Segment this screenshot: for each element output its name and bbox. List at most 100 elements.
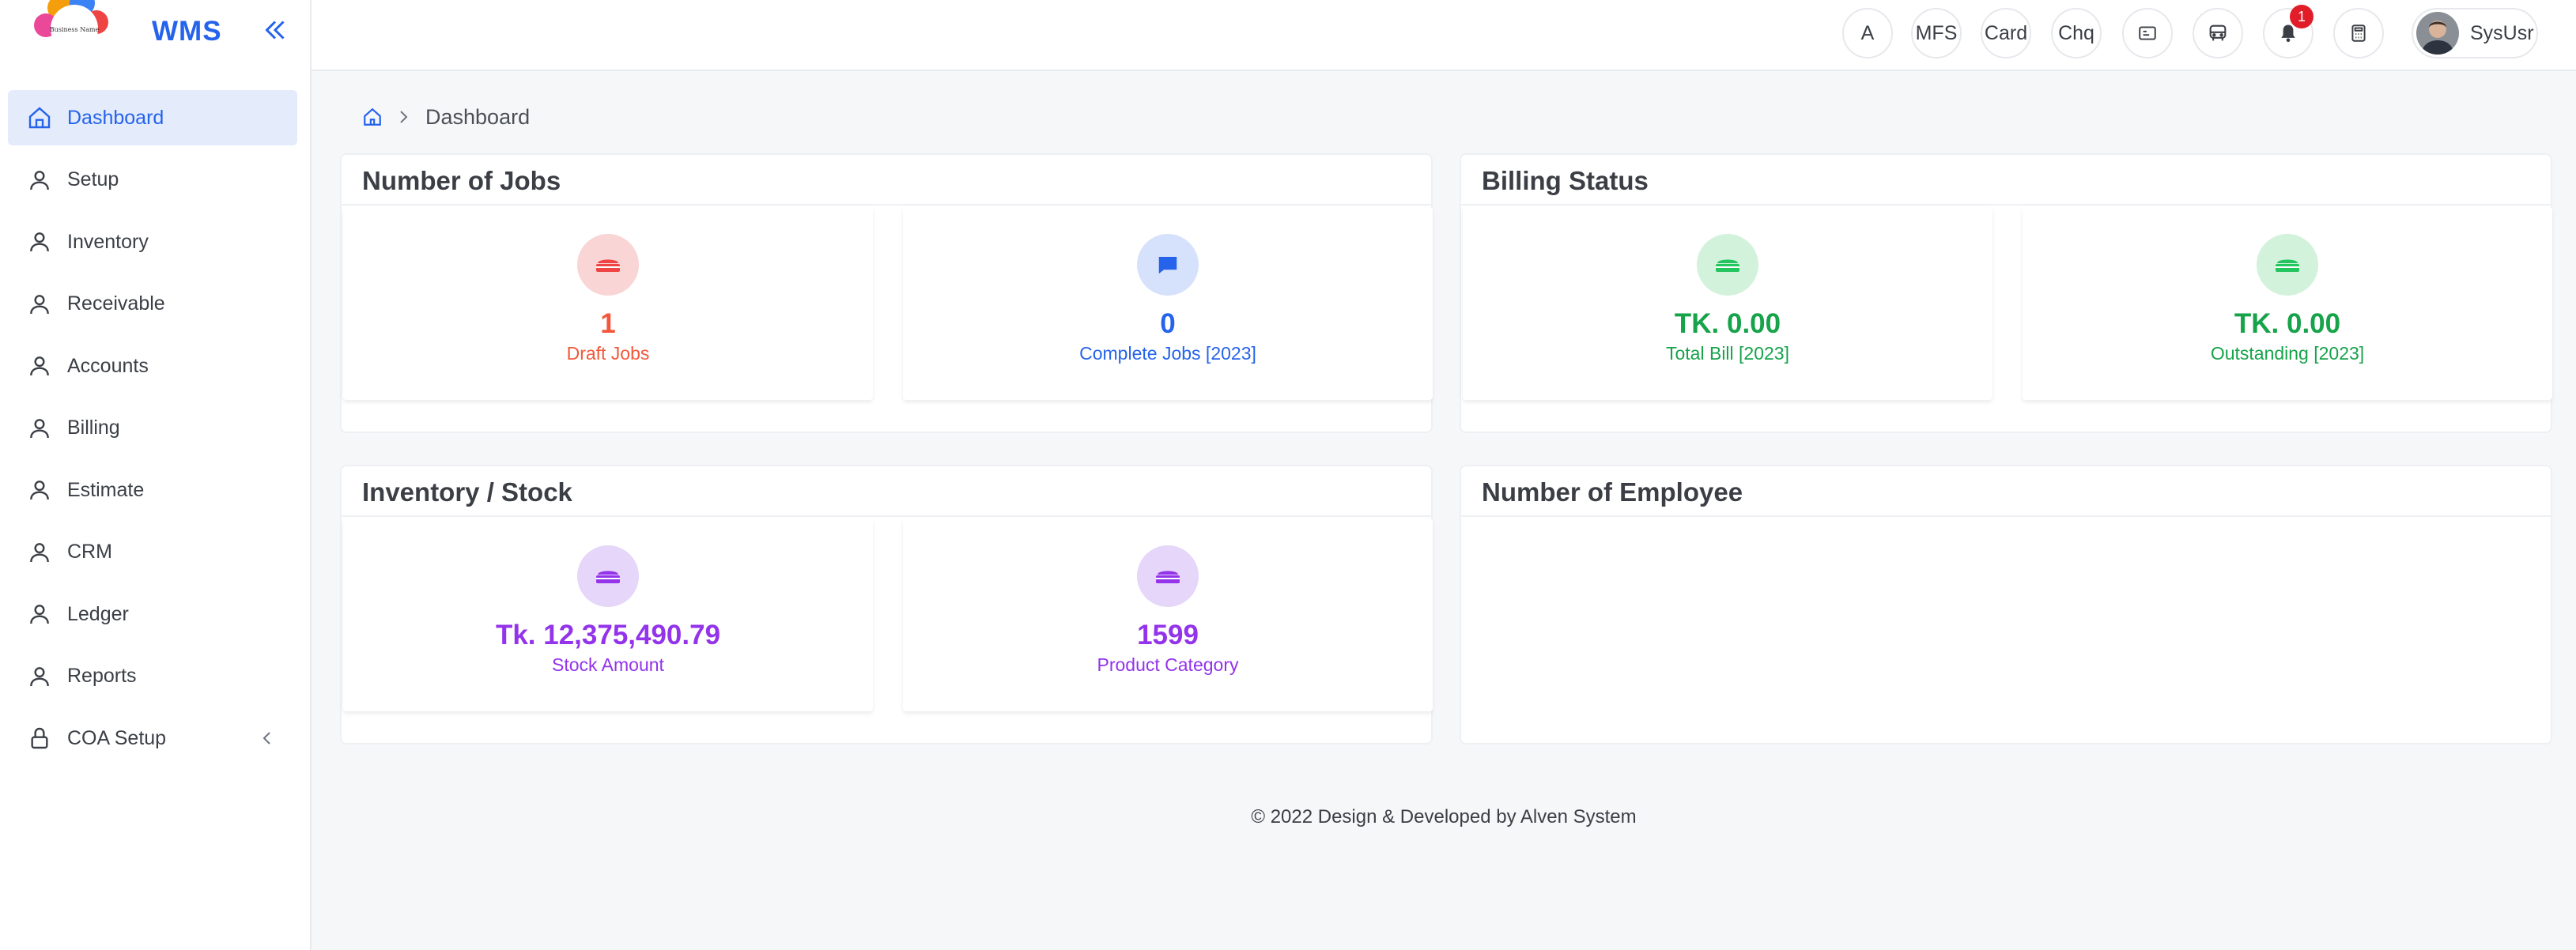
- stat-value: 1: [600, 308, 616, 339]
- topbar: A MFS Card Chq 1 SysUsr: [312, 0, 2576, 71]
- jobs-panel: Number of Jobs 1 Draft Jobs 0 Complete J…: [340, 153, 1433, 433]
- chq-button[interactable]: Chq: [2051, 8, 2102, 58]
- chq-button-label: Chq: [2058, 21, 2094, 44]
- sidebar-item-dashboard[interactable]: Dashboard: [8, 90, 297, 145]
- sidebar-item-label: Billing: [67, 417, 120, 439]
- stat-value: 0: [1160, 308, 1176, 339]
- id-card-icon: [2139, 26, 2156, 40]
- stat-icon-circle: [1137, 545, 1199, 607]
- briefcase-icon: [596, 571, 620, 583]
- footer: © 2022 Design & Developed by Alven Syste…: [1251, 806, 1637, 827]
- user-icon: [30, 170, 49, 190]
- collapse-sidebar-icon[interactable]: [261, 16, 289, 44]
- stat-value: TK. 0.00: [2234, 308, 2341, 339]
- sidebar-item-crm[interactable]: CRM: [8, 525, 297, 580]
- stock-amount-card[interactable]: Tk. 12,375,490.79 Stock Amount: [343, 518, 873, 711]
- user-menu[interactable]: SysUsr: [2412, 8, 2538, 58]
- breadcrumb-current: Dashboard: [425, 104, 531, 129]
- bus-icon: [2209, 25, 2227, 41]
- product-category-card[interactable]: 1599 Product Category: [903, 518, 1433, 711]
- breadcrumb: Dashboard: [362, 101, 530, 133]
- home-icon[interactable]: [362, 107, 383, 127]
- stat-label: Stock Amount: [552, 654, 664, 675]
- company-logo: Business Name: [34, 0, 108, 52]
- calculator-icon: [2351, 25, 2366, 42]
- inventory-panel: Inventory / Stock Tk. 12,375,490.79 Stoc…: [340, 465, 1433, 745]
- calculator-button[interactable]: [2333, 8, 2384, 58]
- a-button-label: A: [1860, 21, 1875, 44]
- chevron-right-icon: [400, 111, 408, 123]
- sidebar-menu: Dashboard Setup Inventory Receivable Acc…: [0, 90, 310, 766]
- stat-label: Total Bill [2023]: [1666, 343, 1789, 364]
- sidebar-item-label: Dashboard: [67, 106, 164, 129]
- chevron-left-icon: [263, 732, 270, 745]
- sidebar-item-label: Receivable: [67, 292, 165, 315]
- id-card-button[interactable]: [2122, 8, 2173, 58]
- stat-icon-circle: [2257, 234, 2318, 296]
- stat-icon-circle: [577, 545, 639, 607]
- card-button[interactable]: Card: [1981, 8, 2031, 58]
- user-icon: [30, 605, 49, 624]
- complete-jobs-card[interactable]: 0 Complete Jobs [2023]: [903, 207, 1433, 400]
- briefcase-icon: [2276, 259, 2299, 272]
- sidebar-item-reports[interactable]: Reports: [8, 649, 297, 704]
- panel-title: Inventory / Stock: [362, 477, 572, 507]
- user-name: SysUsr: [2470, 21, 2534, 44]
- sidebar-item-label: Setup: [67, 168, 119, 190]
- sidebar-item-label: CRM: [67, 541, 112, 563]
- stat-label: Complete Jobs [2023]: [1079, 343, 1256, 364]
- sidebar-item-estimate[interactable]: Estimate: [8, 462, 297, 518]
- stat-value: Tk. 12,375,490.79: [495, 620, 721, 650]
- notification-count-badge: 1: [2290, 5, 2313, 28]
- sidebar-item-receivable[interactable]: Receivable: [8, 277, 297, 332]
- panel-title: Billing Status: [1482, 166, 1649, 195]
- sidebar-item-setup[interactable]: Setup: [8, 153, 297, 208]
- brand-name: WMS: [152, 16, 222, 47]
- sidebar-item-ledger[interactable]: Ledger: [8, 586, 297, 642]
- sidebar-item-label: Reports: [67, 665, 137, 687]
- sidebar-item-label: Ledger: [67, 602, 129, 625]
- user-icon: [30, 294, 49, 314]
- panel-title: Number of Jobs: [362, 166, 561, 195]
- sidebar-item-coa-setup[interactable]: COA Setup: [8, 711, 297, 766]
- avatar: [2416, 12, 2459, 55]
- sidebar: Business Name WMS Dashboard Setup Invent…: [0, 0, 312, 950]
- user-icon: [30, 232, 49, 252]
- stat-value: TK. 0.00: [1674, 308, 1781, 339]
- briefcase-icon: [1156, 571, 1180, 583]
- user-icon: [30, 542, 49, 562]
- a-button[interactable]: A: [1842, 8, 1893, 58]
- mfs-button[interactable]: MFS: [1911, 8, 1962, 58]
- stat-icon-circle: [1697, 234, 1758, 296]
- billing-panel: Billing Status TK. 0.00 Total Bill [2023…: [1460, 153, 2552, 433]
- user-icon: [30, 418, 49, 438]
- total-bill-card[interactable]: TK. 0.00 Total Bill [2023]: [1463, 207, 1992, 400]
- stat-icon-circle: [1137, 234, 1199, 296]
- user-icon: [30, 666, 49, 686]
- stat-icon-circle: [577, 234, 639, 296]
- vehicle-button[interactable]: [2193, 8, 2243, 58]
- draft-jobs-card[interactable]: 1 Draft Jobs: [343, 207, 873, 400]
- sidebar-item-inventory[interactable]: Inventory: [8, 214, 297, 270]
- sidebar-item-label: Estimate: [67, 478, 145, 501]
- stat-label: Product Category: [1097, 654, 1239, 675]
- briefcase-icon: [596, 259, 620, 272]
- card-button-label: Card: [1984, 21, 2028, 44]
- brand: Business Name WMS: [0, 0, 310, 71]
- sidebar-item-label: Inventory: [67, 230, 149, 253]
- chat-icon: [1158, 257, 1177, 274]
- outstanding-card[interactable]: TK. 0.00 Outstanding [2023]: [2023, 207, 2552, 400]
- home-icon: [28, 107, 51, 129]
- stat-value: 1599: [1137, 620, 1199, 650]
- notifications-button[interactable]: 1: [2263, 5, 2313, 58]
- stat-label: Draft Jobs: [566, 343, 650, 364]
- sidebar-item-billing[interactable]: Billing: [8, 401, 297, 456]
- lock-icon: [31, 727, 48, 749]
- user-icon: [30, 481, 49, 500]
- employee-panel: Number of Employee: [1460, 465, 2552, 745]
- sidebar-item-label: Accounts: [67, 354, 149, 377]
- stat-label: Outstanding [2023]: [2210, 343, 2365, 364]
- panel-title: Number of Employee: [1482, 477, 1743, 507]
- svg-text:Business Name: Business Name: [50, 26, 100, 33]
- sidebar-item-accounts[interactable]: Accounts: [8, 338, 297, 394]
